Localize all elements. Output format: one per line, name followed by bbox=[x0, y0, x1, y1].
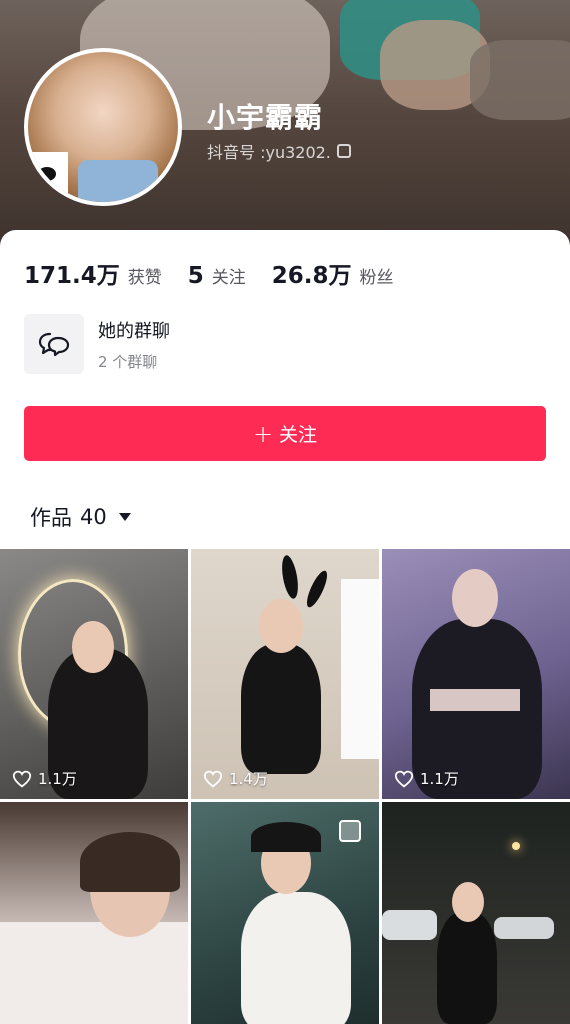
plus-icon: + bbox=[252, 419, 274, 448]
following-label: 关注 bbox=[211, 268, 246, 288]
video-thumbnail[interactable] bbox=[0, 802, 188, 1024]
stat-likes[interactable]: 171.4万 获赞 bbox=[24, 256, 162, 290]
likes-label: 获赞 bbox=[127, 268, 162, 288]
copy-icon[interactable] bbox=[336, 144, 351, 158]
stat-followers[interactable]: 26.8万 粉丝 bbox=[272, 256, 394, 290]
caret-down-icon bbox=[118, 513, 131, 521]
heart-icon bbox=[12, 770, 32, 787]
douyin-id[interactable]: 抖音号 :yu3202. bbox=[207, 139, 351, 163]
likes-count: 171.4万 bbox=[24, 263, 120, 289]
group-chat-subtitle: 2 个群聊 bbox=[98, 352, 158, 371]
works-count: 40 bbox=[80, 505, 107, 529]
stats-row: 171.4万 获赞 5 关注 26.8万 粉丝 bbox=[24, 256, 394, 290]
video-grid: 1.1万 1.4万 1.1万 bbox=[0, 549, 570, 1024]
followers-count: 26.8万 bbox=[271, 263, 352, 289]
video-thumbnail[interactable]: 1.1万 bbox=[0, 549, 188, 799]
works-tab[interactable]: 作品 40 bbox=[30, 502, 131, 532]
heart-icon bbox=[203, 770, 223, 787]
like-count: 1.1万 bbox=[394, 768, 459, 789]
follow-button-label: 关注 bbox=[279, 424, 318, 446]
like-count: 1.4万 bbox=[203, 768, 268, 789]
follow-button[interactable]: + 关注 bbox=[24, 406, 546, 461]
chat-bubbles-icon bbox=[24, 314, 84, 374]
group-chat-title: 她的群聊 bbox=[98, 320, 170, 342]
video-thumbnail[interactable] bbox=[191, 802, 379, 1024]
works-label: 作品 bbox=[30, 506, 72, 530]
avatar[interactable] bbox=[24, 48, 182, 206]
video-thumbnail[interactable]: 1.1万 bbox=[382, 549, 570, 799]
video-thumbnail[interactable]: 1.4万 bbox=[191, 549, 379, 799]
following-count: 5 bbox=[187, 263, 204, 289]
like-count: 1.1万 bbox=[12, 768, 77, 789]
profile-name: 小宇霸霸 bbox=[207, 101, 324, 134]
video-thumbnail[interactable] bbox=[382, 802, 570, 1024]
heart-icon bbox=[394, 770, 414, 787]
douyin-id-text: 抖音号 :yu3202. bbox=[207, 143, 331, 162]
multi-image-icon bbox=[339, 820, 361, 842]
group-chat-entry[interactable]: 她的群聊 2 个群聊 bbox=[24, 314, 170, 374]
stat-following[interactable]: 5 关注 bbox=[188, 263, 246, 289]
followers-label: 粉丝 bbox=[359, 268, 394, 288]
